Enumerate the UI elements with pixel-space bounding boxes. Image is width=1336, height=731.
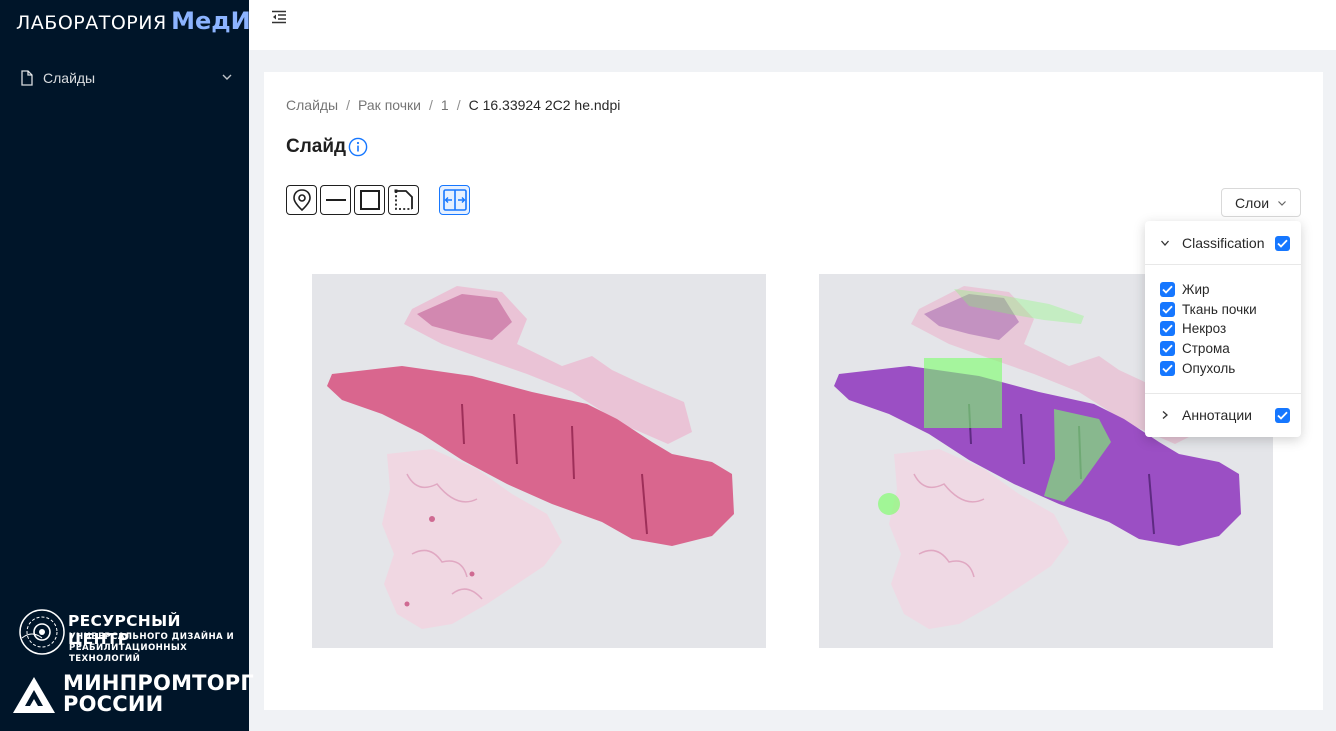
info-icon[interactable] bbox=[348, 137, 368, 157]
resource-center-logo: РЕСУРСНЫЙ ЦЕНТР УНИВЕРСАЛЬНОГО ДИЗАЙНА И… bbox=[18, 608, 238, 664]
layers-panel: Classification Жир Ткань почки Некроз Ст… bbox=[1145, 221, 1301, 437]
resource-center-line1: УНИВЕРСАЛЬНОГО ДИЗАЙНА И bbox=[69, 632, 235, 642]
annotations-checkbox[interactable] bbox=[1275, 407, 1290, 423]
class-checkbox[interactable] bbox=[1160, 341, 1175, 356]
chevron-down-icon bbox=[1278, 200, 1286, 206]
logo-prefix: ЛАБОРАТОРИЯ bbox=[16, 12, 167, 34]
check-icon bbox=[1162, 364, 1173, 373]
layer-group-annotations: Аннотации bbox=[1145, 405, 1301, 425]
sidebar-item-label: Слайды bbox=[43, 70, 96, 86]
line-tool-button[interactable] bbox=[320, 185, 351, 215]
layer-class-tumor[interactable]: Опухоль bbox=[1160, 361, 1235, 376]
file-icon bbox=[21, 70, 33, 86]
class-checkbox[interactable] bbox=[1160, 321, 1175, 336]
resource-center-emblem-icon bbox=[19, 609, 65, 655]
sidebar-item-slides[interactable]: Слайды bbox=[0, 62, 249, 94]
polygon-tool-button[interactable] bbox=[388, 185, 419, 215]
layers-dropdown-button[interactable]: Слои bbox=[1221, 188, 1301, 217]
ministry-line1: МИНПРОМТОРГ bbox=[63, 671, 254, 695]
class-checkbox[interactable] bbox=[1160, 282, 1175, 297]
check-icon bbox=[1162, 305, 1173, 314]
resource-center-subtitle: УНИВЕРСАЛЬНОГО ДИЗАЙНА И РЕАБИЛИТАЦИОННЫ… bbox=[69, 632, 238, 665]
classification-checkbox[interactable] bbox=[1275, 235, 1290, 251]
rectangle-icon bbox=[359, 190, 380, 210]
check-icon bbox=[1277, 411, 1288, 420]
breadcrumb-kidney-cancer[interactable]: Рак почки bbox=[358, 97, 421, 113]
check-icon bbox=[1277, 239, 1288, 248]
app-logo[interactable]: ЛАБОРАТОРИЯ МедИИ bbox=[16, 7, 271, 35]
class-label: Ткань почки bbox=[1182, 302, 1257, 317]
panel-divider bbox=[1145, 264, 1301, 265]
layer-class-necrosis[interactable]: Некроз bbox=[1160, 321, 1226, 336]
ministry-line2: РОССИИ bbox=[63, 692, 164, 716]
map-pin-icon bbox=[292, 189, 311, 212]
marker-tool-button[interactable] bbox=[286, 185, 317, 215]
ministry-text: МИНПРОМТОРГ РОССИИ bbox=[63, 673, 254, 715]
polygon-select-icon bbox=[394, 189, 413, 210]
class-label: Некроз bbox=[1182, 321, 1227, 336]
chevron-down-icon[interactable] bbox=[221, 71, 233, 83]
class-label: Опухоль bbox=[1182, 361, 1236, 376]
chevron-right-icon[interactable] bbox=[1160, 410, 1170, 420]
compare-tool-button[interactable] bbox=[439, 185, 470, 215]
slide-viewer-original[interactable] bbox=[312, 274, 766, 648]
layers-button-label: Слои bbox=[1234, 194, 1270, 211]
layer-class-fat[interactable]: Жир bbox=[1160, 282, 1210, 297]
layer-class-stroma[interactable]: Строма bbox=[1160, 341, 1230, 356]
classification-label: Classification bbox=[1182, 235, 1265, 251]
check-icon bbox=[1162, 324, 1173, 333]
check-icon bbox=[1162, 344, 1173, 353]
sidebar: ЛАБОРАТОРИЯ МедИИ Слайды РЕСУРСНЫЙ ЦЕНТР… bbox=[0, 0, 271, 731]
chevron-down-icon[interactable] bbox=[1160, 238, 1170, 248]
breadcrumb-separator: / bbox=[456, 97, 461, 113]
top-header bbox=[249, 0, 1336, 50]
check-icon bbox=[1162, 285, 1173, 294]
page-title: Слайд bbox=[286, 136, 347, 157]
breadcrumb: Слайды / Рак почки / 1 / C 16.33924 2C2 he.ndp… bbox=[286, 97, 620, 113]
ministry-emblem-icon bbox=[13, 677, 55, 713]
breadcrumb-separator: / bbox=[429, 97, 433, 113]
breadcrumb-case[interactable]: 1 bbox=[441, 97, 449, 113]
menu-fold-icon[interactable] bbox=[271, 9, 287, 25]
class-label: Жир bbox=[1182, 282, 1210, 297]
breadcrumb-current-file: C 16.33924 2C2 he.ndpi bbox=[468, 97, 621, 113]
annotations-label: Аннотации bbox=[1182, 407, 1252, 423]
breadcrumb-separator: / bbox=[346, 97, 351, 113]
layer-group-classification: Classification bbox=[1145, 233, 1301, 253]
rectangle-tool-button[interactable] bbox=[354, 185, 385, 215]
resource-center-line2: РЕАБИЛИТАЦИОННЫХ ТЕХНОЛОГИЙ bbox=[69, 643, 188, 664]
layer-class-kidney-tissue[interactable]: Ткань почки bbox=[1160, 302, 1257, 317]
class-checkbox[interactable] bbox=[1160, 361, 1175, 376]
ministry-logo: МИНПРОМТОРГ РОССИИ bbox=[12, 672, 254, 718]
breadcrumb-slides[interactable]: Слайды bbox=[286, 97, 338, 113]
tissue-slide-image bbox=[312, 274, 766, 648]
panel-divider bbox=[1145, 393, 1301, 394]
split-view-icon bbox=[442, 189, 467, 211]
class-checkbox[interactable] bbox=[1160, 302, 1175, 317]
line-icon bbox=[325, 199, 346, 201]
class-label: Строма bbox=[1182, 341, 1230, 356]
